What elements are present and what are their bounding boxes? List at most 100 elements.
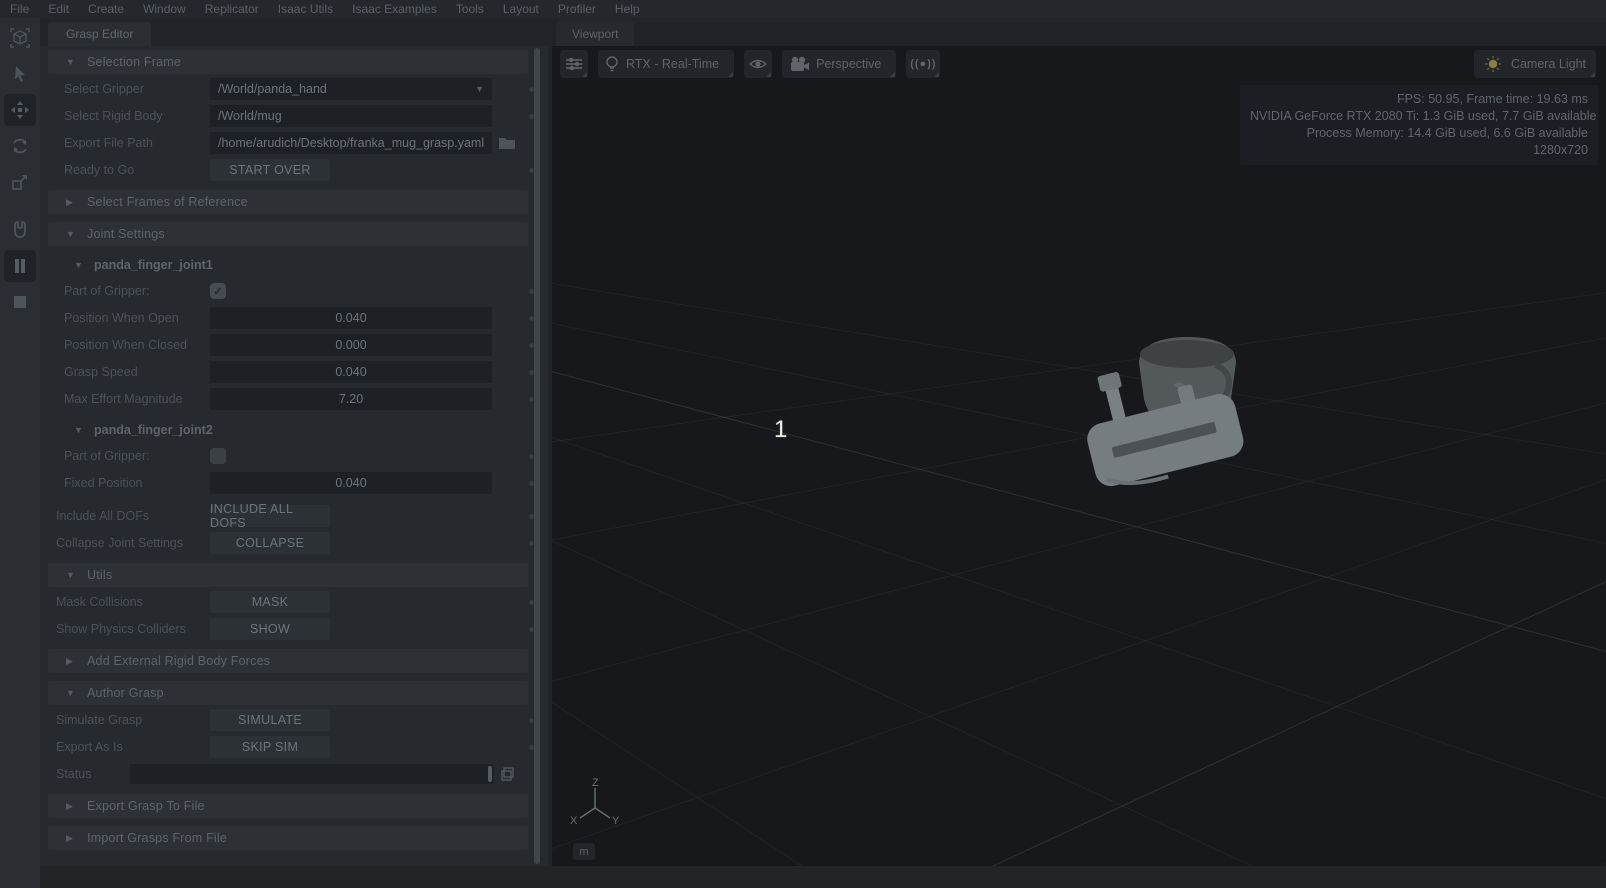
capture-button[interactable]: ((●)) <box>906 50 941 78</box>
chevron-right-icon <box>66 801 76 812</box>
select-rigid-body-value: /World/mug <box>218 109 282 123</box>
pointer-icon[interactable] <box>4 58 36 90</box>
part-of-gripper-label: Part of Gripper: <box>64 284 150 298</box>
section-export-grasp[interactable]: Export Grasp To File <box>48 794 528 818</box>
show-button[interactable]: SHOW <box>210 618 330 640</box>
menu-profiler[interactable]: Profiler <box>558 2 596 16</box>
skip-sim-button[interactable]: SKIP SIM <box>210 736 330 758</box>
sliders-icon <box>566 57 582 71</box>
camera-button[interactable]: Perspective <box>782 50 897 78</box>
collapse-joint-settings-label: Collapse Joint Settings <box>56 536 184 550</box>
menu-isaac-utils[interactable]: Isaac Utils <box>278 2 333 16</box>
chevron-down-icon <box>66 570 76 580</box>
chevron-down-icon <box>475 84 484 94</box>
sun-icon <box>1484 56 1501 72</box>
viewport-settings-button[interactable] <box>560 50 588 78</box>
axis-gizmo: Z X Y <box>570 778 620 827</box>
part-of-gripper-checkbox[interactable] <box>210 448 226 464</box>
menu-edit[interactable]: Edit <box>48 2 69 16</box>
status-label: Status <box>56 767 92 781</box>
status-field[interactable] <box>130 764 494 784</box>
camera-light-button[interactable]: Camera Light <box>1473 50 1596 78</box>
export-file-path-value: /home/arudich/Desktop/franka_mug_grasp.y… <box>218 136 485 150</box>
folder-icon[interactable] <box>498 135 516 151</box>
position-when-open-value: 0.040 <box>335 311 367 325</box>
include-all-dofs-button[interactable]: INCLUDE ALL DOFS <box>210 502 330 530</box>
stats-process-memory: Process Memory: 14.4 GiB used, 6.6 GiB a… <box>1306 126 1588 140</box>
section-add-forces[interactable]: Add External Rigid Body Forces <box>48 649 528 673</box>
menu-isaac-examples[interactable]: Isaac Examples <box>352 2 437 16</box>
menu-help[interactable]: Help <box>615 2 640 16</box>
fixed-position-label: Fixed Position <box>64 476 143 490</box>
position-when-closed-input[interactable]: 0.000 <box>210 334 492 356</box>
visibility-button[interactable] <box>744 50 773 78</box>
collapse-button[interactable]: COLLAPSE <box>210 532 330 554</box>
row-mask-collisions: Mask Collisions MASK <box>48 590 534 614</box>
row-show-colliders: Show Physics Colliders SHOW <box>48 617 534 641</box>
tab-grasp-editor[interactable]: Grasp Editor <box>48 22 152 46</box>
menu-replicator[interactable]: Replicator <box>205 2 259 16</box>
chevron-right-icon <box>66 197 76 208</box>
menu-bar: File Edit Create Window Replicator Isaac… <box>0 0 1606 18</box>
section-joint-settings[interactable]: Joint Settings <box>48 222 528 246</box>
mask-collisions-label: Mask Collisions <box>56 595 143 609</box>
menu-window[interactable]: Window <box>143 2 186 16</box>
subsection-panda-finger-joint2[interactable]: panda_finger_joint2 <box>48 419 528 441</box>
stats-resolution: 1280x720 <box>1533 143 1588 157</box>
units-button[interactable]: m <box>573 843 595 860</box>
menu-tools[interactable]: Tools <box>456 2 484 16</box>
snap-magnet-icon[interactable] <box>4 214 36 246</box>
grasp-speed-input[interactable]: 0.040 <box>210 361 492 383</box>
pause-icon[interactable] <box>4 250 36 282</box>
position-when-open-label: Position When Open <box>64 311 179 325</box>
fixed-position-input[interactable]: 0.040 <box>210 472 492 494</box>
fixed-position-value: 0.040 <box>335 476 367 490</box>
menu-file[interactable]: File <box>10 2 29 16</box>
export-file-path-input[interactable]: /home/arudich/Desktop/franka_mug_grasp.y… <box>210 132 492 154</box>
row-part-of-gripper-1: Part of Gripper: ✓ <box>48 279 534 303</box>
section-select-frames[interactable]: Select Frames of Reference <box>48 190 528 214</box>
panel-scrollbar[interactable] <box>534 48 540 864</box>
scale-icon[interactable] <box>4 166 36 198</box>
row-position-when-open: Position When Open 0.040 <box>48 306 534 330</box>
position-when-open-input[interactable]: 0.040 <box>210 307 492 329</box>
mask-button[interactable]: MASK <box>210 591 330 613</box>
section-import-grasps[interactable]: Import Grasps From File <box>48 826 528 850</box>
grasp-editor-panel: Selection Frame Select Gripper /World/pa… <box>40 46 548 866</box>
subsection-panda-finger-joint1[interactable]: panda_finger_joint1 <box>48 254 528 276</box>
copy-icon[interactable] <box>500 766 516 782</box>
select-gripper-dropdown[interactable]: /World/panda_hand <box>210 78 492 100</box>
viewport-tab-strip: Viewport <box>552 22 1606 46</box>
broadcast-icon: ((●)) <box>910 58 937 70</box>
select-prim-icon[interactable] <box>4 22 36 54</box>
camera-label: Perspective <box>816 57 882 71</box>
menu-create[interactable]: Create <box>88 2 124 16</box>
panel-tab-strip: Grasp Editor <box>40 22 548 46</box>
part-of-gripper-checkbox[interactable]: ✓ <box>210 283 226 299</box>
select-rigid-body-input[interactable]: /World/mug <box>210 105 492 127</box>
max-effort-input[interactable]: 7.20 <box>210 388 492 410</box>
max-effort-label: Max Effort Magnitude <box>64 392 183 406</box>
section-author-grasp[interactable]: Author Grasp <box>48 681 528 705</box>
start-over-button[interactable]: START OVER <box>210 159 330 181</box>
select-rigid-body-label: Select Rigid Body <box>64 109 163 123</box>
move-icon[interactable] <box>4 94 36 126</box>
chevron-down-icon <box>74 260 84 270</box>
tab-viewport[interactable]: Viewport <box>556 22 635 46</box>
stop-icon[interactable] <box>4 286 36 318</box>
viewport-3d[interactable]: RTX - Real-Time Perspective ((●)) Camera… <box>552 46 1606 866</box>
row-fixed-position: Fixed Position 0.040 <box>48 471 534 495</box>
section-utils[interactable]: Utils <box>48 563 528 587</box>
row-export-as-is: Export As Is SKIP SIM <box>48 735 534 759</box>
ready-to-go-label: Ready to Go <box>64 163 135 177</box>
simulate-button[interactable]: SIMULATE <box>210 709 330 731</box>
section-selection-frame[interactable]: Selection Frame <box>48 50 528 74</box>
section-title: Select Frames of Reference <box>87 195 248 209</box>
rotate-icon[interactable] <box>4 130 36 162</box>
row-position-when-closed: Position When Closed 0.000 <box>48 333 534 357</box>
render-mode-button[interactable]: RTX - Real-Time <box>598 50 735 78</box>
menu-layout[interactable]: Layout <box>503 2 539 16</box>
eye-icon <box>749 59 768 69</box>
scene-meshes <box>1087 337 1244 487</box>
position-when-closed-value: 0.000 <box>335 338 367 352</box>
